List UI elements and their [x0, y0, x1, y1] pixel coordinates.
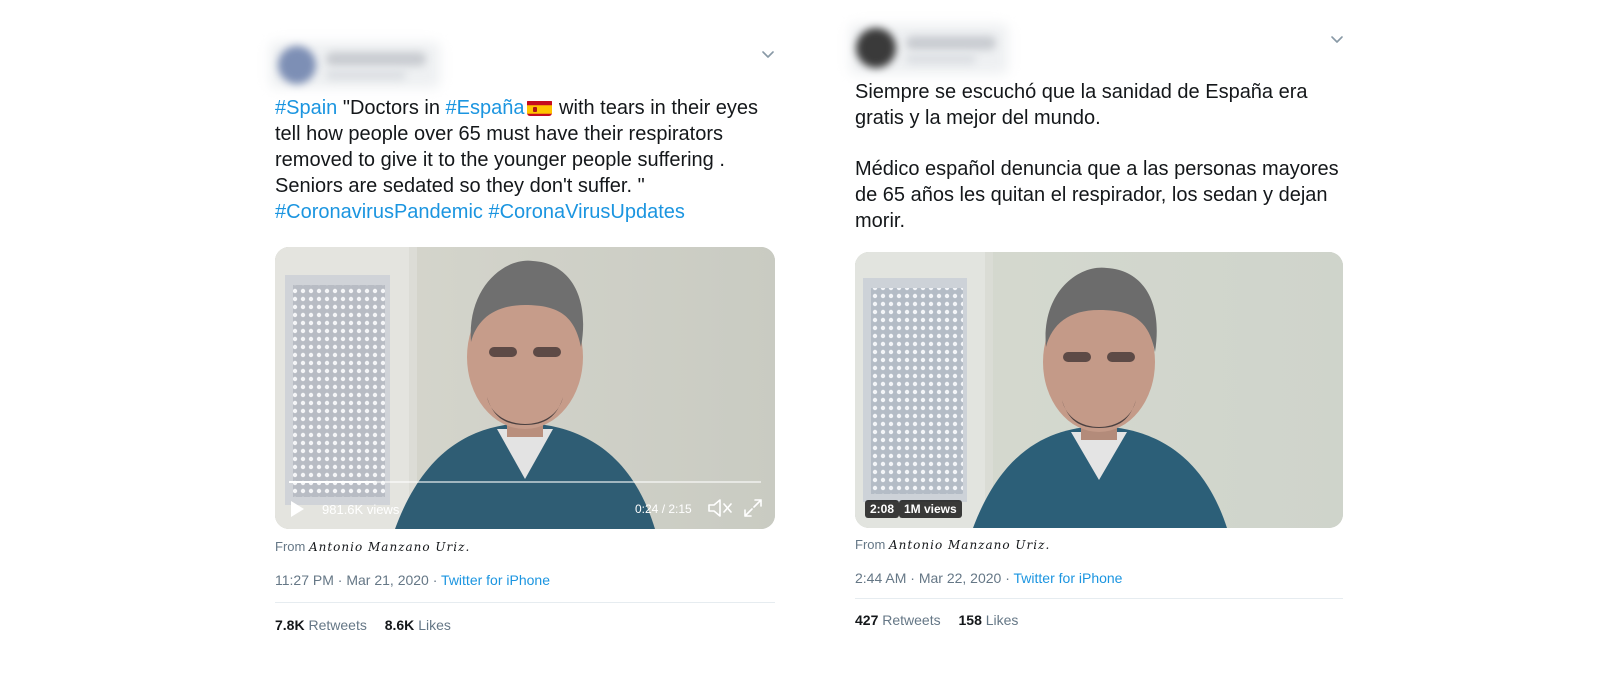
retweets-label: Retweets [308, 617, 367, 633]
tweet-date[interactable]: Mar 21, 2020 [346, 572, 429, 588]
tweet-text-line-1: #Spain "Doctors in #España with tears in… [275, 95, 785, 121]
video-frame [855, 252, 1343, 528]
tweet-date[interactable]: Mar 22, 2020 [919, 570, 1002, 586]
blurred-display-name[interactable] [326, 52, 426, 66]
video-progress-fill [289, 481, 374, 483]
video-views-badge: 1M views [899, 500, 962, 518]
chevron-down-icon[interactable] [1328, 30, 1346, 48]
tweet-text-segment: "Doctors in [337, 97, 446, 119]
tweet-time[interactable]: 2:44 AM [855, 570, 906, 586]
likes-count: 8.6K [384, 617, 415, 633]
video-attribution: From Antonio Manzano Uriz. [275, 539, 470, 554]
tweet-text-line-2: tell how people over 65 must have their … [275, 123, 724, 145]
tweet-text-line-3: Médico español denuncia que a las person… [855, 158, 1339, 180]
divider [275, 602, 775, 603]
video-thumbnail[interactable]: 2:08 1M views [855, 252, 1343, 528]
tweet-stats: 7.8K Retweets 8.6K Likes [275, 617, 465, 633]
spain-flag-icon [526, 99, 552, 116]
hashtag-spain[interactable]: #Spain [275, 97, 337, 119]
divider [855, 598, 1343, 599]
likes-count: 158 [958, 612, 982, 628]
likes-label: Likes [985, 612, 1019, 628]
blurred-avatar[interactable] [278, 46, 316, 84]
from-author-name[interactable]: Antonio Manzano Uriz. [889, 538, 1050, 552]
blurred-handle [906, 54, 976, 64]
blurred-display-name[interactable] [906, 36, 996, 50]
from-author-name[interactable]: Antonio Manzano Uriz. [309, 540, 470, 554]
play-icon[interactable] [287, 499, 307, 519]
video-timestamp: 0:24 / 2:15 [635, 502, 692, 516]
retweets-count: 7.8K [275, 617, 305, 633]
tweet-text-line-5: #CoronavirusPandemic #CoronaVirusUpdates [275, 199, 785, 225]
blurred-avatar[interactable] [856, 28, 896, 68]
hashtag-coronavirus-updates[interactable]: #CoronaVirusUpdates [488, 201, 684, 223]
tweet-metadata: 11:27 PM · Mar 21, 2020 · Twitter for iP… [275, 572, 550, 588]
hashtag-coronavirus-pandemic[interactable]: #CoronavirusPandemic [275, 201, 483, 223]
tweet-text-blank-line [855, 131, 1355, 156]
tweet-source-link[interactable]: Twitter for iPhone [1014, 570, 1123, 586]
video-duration-badge: 2:08 [865, 500, 900, 518]
tweet-stats: 427 Retweets 158 Likes [855, 612, 1032, 628]
blurred-handle [326, 70, 406, 80]
from-label: From [855, 537, 886, 552]
retweets-stat[interactable]: 7.8K Retweets [275, 617, 367, 633]
tweet-metadata: 2:44 AM · Mar 22, 2020 · Twitter for iPh… [855, 570, 1122, 586]
from-label: From [275, 539, 306, 554]
tweet-text-line-4: de 65 años les quitan el respirador, los… [855, 184, 1328, 206]
likes-label: Likes [418, 617, 451, 633]
meta-separator: · [428, 572, 442, 588]
retweets-label: Retweets [882, 612, 941, 628]
fullscreen-icon[interactable] [742, 497, 764, 519]
tweet-time[interactable]: 11:27 PM [275, 572, 334, 588]
retweets-count: 427 [855, 612, 879, 628]
tweet-text-line-1: Siempre se escuchó que la sanidad de Esp… [855, 81, 1308, 103]
tweet-text-line-2: gratis y la mejor del mundo. [855, 107, 1101, 129]
mute-icon[interactable] [707, 497, 733, 519]
tweet-text: Siempre se escuchó que la sanidad de Esp… [855, 79, 1355, 234]
tweet-text-line-5: morir. [855, 210, 905, 232]
likes-stat[interactable]: 158 Likes [959, 612, 1019, 628]
video-frame [275, 247, 775, 529]
retweets-stat[interactable]: 427 Retweets [855, 612, 941, 628]
chevron-down-icon[interactable] [759, 45, 777, 63]
meta-separator: · [1001, 570, 1014, 586]
tweet-source-link[interactable]: Twitter for iPhone [441, 572, 550, 588]
likes-stat[interactable]: 8.6K Likes [385, 617, 451, 633]
tweet-text-line-4: Seniors are sedated so they don't suffer… [275, 175, 645, 197]
meta-separator: · [906, 570, 919, 586]
tweet-text-segment: with tears in their eyes [553, 97, 759, 119]
tweet-text: #Spain "Doctors in #España with tears in… [275, 95, 785, 225]
video-attribution: From Antonio Manzano Uriz. [855, 537, 1050, 552]
video-player[interactable]: 981.6K views 0:24 / 2:15 [275, 247, 775, 529]
meta-separator: · [333, 572, 347, 588]
hashtag-espana[interactable]: #España [446, 97, 525, 119]
tweet-text-line-3: removed to give it to the younger people… [275, 149, 725, 171]
video-view-count: 981.6K views [322, 502, 400, 517]
